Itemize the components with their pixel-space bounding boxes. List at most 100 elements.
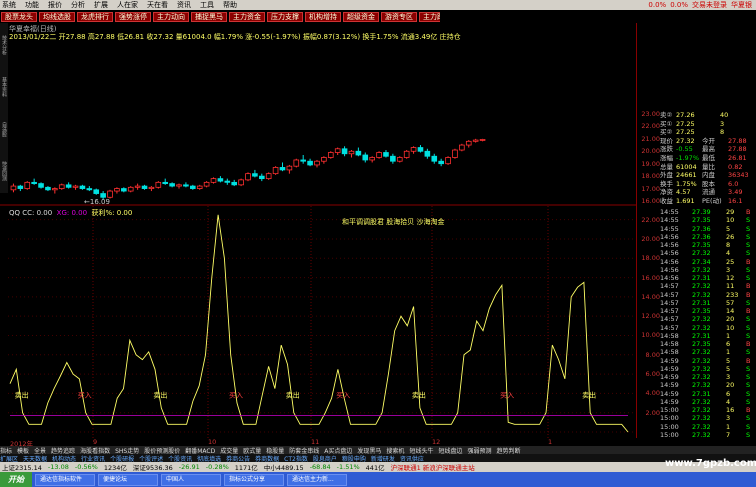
- menu-item[interactable]: 资讯: [177, 0, 191, 10]
- menu-right-item[interactable]: 华夏银: [731, 0, 752, 10]
- indicator-tab[interactable]: 海股看指数: [80, 446, 110, 455]
- nav-button[interactable]: 股票龙头: [1, 11, 37, 22]
- extension-tab[interactable]: 彻底填选: [197, 454, 221, 463]
- start-button[interactable]: 开始: [0, 472, 32, 487]
- extension-tab[interactable]: 扩展区: [0, 454, 18, 463]
- tick-price: 27.32: [692, 414, 711, 423]
- extension-tab[interactable]: 机构动态: [52, 454, 76, 463]
- quote-row: 总量 61004 量比 0.82: [660, 163, 756, 172]
- side-tab[interactable]: 快速回测: [0, 151, 8, 191]
- tick-price: 27.32: [692, 323, 711, 332]
- menu-right-item[interactable]: 0.0%: [670, 1, 688, 9]
- extension-tab[interactable]: 股息商户: [313, 454, 337, 463]
- nav-button[interactable]: 强势涨停: [115, 11, 151, 22]
- nav-button[interactable]: 超级资金: [343, 11, 379, 22]
- extension-tab[interactable]: 行业资讯: [81, 454, 105, 463]
- candle-body: [203, 181, 210, 187]
- side-tab[interactable]: 技术分析: [0, 25, 8, 65]
- menu-item[interactable]: 帮助: [223, 0, 237, 10]
- indicator-tab[interactable]: A买点盘边: [324, 446, 352, 455]
- taskbar-item[interactable]: 通达信主力新...: [287, 473, 347, 486]
- taskbar-item[interactable]: 便捷论坛: [98, 473, 158, 486]
- tick-row: 14:56 27.34 25 B: [660, 258, 756, 266]
- extension-tab[interactable]: 个股资讯: [168, 454, 192, 463]
- menu-item[interactable]: 天在看: [147, 0, 168, 10]
- indicator-tab[interactable]: 成交量: [220, 446, 238, 455]
- tick-side: S: [746, 232, 751, 241]
- indicator-tab[interactable]: 强弱预测: [467, 446, 491, 455]
- indicator-tab[interactable]: 欧式量: [243, 446, 261, 455]
- candle-body: [24, 181, 31, 189]
- menu-item[interactable]: 分析: [71, 0, 85, 10]
- indicator-tab[interactable]: 全景: [34, 446, 46, 455]
- indicator-tab[interactable]: 股价预测股价: [144, 446, 180, 455]
- tick-row: 14:59 27.31 6 S: [660, 390, 756, 398]
- signal-label: 买入: [229, 391, 243, 399]
- side-tab[interactable]: 自选股: [0, 109, 8, 149]
- extension-tab[interactable]: 券商数据: [255, 454, 279, 463]
- menu-right-item[interactable]: 0.0%: [648, 1, 666, 9]
- nav-button[interactable]: 机构增持: [305, 11, 341, 22]
- candle: [258, 173, 265, 182]
- candle: [148, 186, 155, 192]
- nav-button[interactable]: 游资专区: [381, 11, 417, 22]
- tick-time: 14:59: [660, 356, 679, 365]
- indicator-tab[interactable]: 趋势判断: [496, 446, 520, 455]
- nav-button[interactable]: 压力支撑: [267, 11, 303, 22]
- nav-button[interactable]: 主力跟庄: [419, 11, 440, 22]
- extension-tab[interactable]: CT2指数: [284, 454, 308, 463]
- extension-tab[interactable]: 新增研发: [371, 454, 395, 463]
- candle-body: [376, 152, 382, 158]
- indicator-tick: 20.00: [641, 234, 660, 243]
- side-tab[interactable]: 基本资料: [0, 67, 8, 107]
- menu-item[interactable]: 工具: [200, 0, 214, 10]
- tick-list[interactable]: 14:55 27.39 29 B 14:55 27.35 10 S 14:55 27.36 5 S 14…: [660, 208, 756, 440]
- extension-tab[interactable]: 个股评述: [139, 454, 163, 463]
- extension-tab[interactable]: 粮股申购: [342, 454, 366, 463]
- nav-button[interactable]: 均线选股: [39, 11, 75, 22]
- taskbar-item[interactable]: 指标公式分享: [224, 473, 284, 486]
- kline-chart[interactable]: [0, 23, 636, 206]
- extension-tab[interactable]: 券商公告: [226, 454, 250, 463]
- indicator-tab[interactable]: 指标: [0, 446, 12, 455]
- nav-button[interactable]: 龙虎排行: [77, 11, 113, 22]
- extension-tab[interactable]: 个股研报: [110, 454, 134, 463]
- taskbar-item[interactable]: 通达信指标软件: [35, 473, 95, 486]
- indicator-tab[interactable]: 翻番MACD: [185, 446, 215, 455]
- extension-tab[interactable]: 资讯供应: [400, 454, 424, 463]
- tick-volume: 57: [726, 298, 735, 307]
- indicator-tab[interactable]: 防套金串线: [289, 446, 319, 455]
- indicator-tab[interactable]: 发现黑马: [357, 446, 381, 455]
- indicator-tab[interactable]: 稳股量: [266, 446, 284, 455]
- menu-item[interactable]: 人在家: [117, 0, 138, 10]
- taskbar-item[interactable]: 中国人: [161, 473, 221, 486]
- menu-item[interactable]: 扩展: [94, 0, 108, 10]
- tick-row: 15:00 27.32 1 S: [660, 423, 756, 431]
- nav-button[interactable]: 主力资金: [229, 11, 265, 22]
- tick-price: 27.32: [692, 265, 711, 274]
- tick-volume: 16: [726, 406, 735, 414]
- indicator-tab[interactable]: SHS走势: [115, 446, 139, 455]
- side-tabs[interactable]: 技术分析基本资料自选股快速回测: [0, 23, 8, 193]
- nav-button[interactable]: 捕捉黑马: [191, 11, 227, 22]
- indicator-tab[interactable]: 模板: [17, 446, 29, 455]
- nav-button[interactable]: 主力动向: [153, 11, 189, 22]
- menu-item[interactable]: 功能: [25, 0, 39, 10]
- indicator-chart[interactable]: 卖出 买入 卖出 买入 卖出 买入 卖出 买入 卖出: [0, 206, 636, 438]
- menu-right-item[interactable]: 交易未登录: [692, 0, 727, 10]
- tick-volume: 6: [726, 389, 731, 398]
- candle-body: [114, 188, 120, 192]
- nav-toolbar: 股票龙头 均线选股 龙虎排行 强势涨停 主力动向 捕捉黑马 主力资金 压力支撑 机构增持 超级资金…: [0, 10, 440, 23]
- extension-tab[interactable]: 天天数据: [23, 454, 47, 463]
- menu-item[interactable]: 报价: [48, 0, 62, 10]
- indicator-tab[interactable]: 趋势追踪: [51, 446, 75, 455]
- candle-body: [307, 160, 313, 166]
- tick-side: S: [746, 331, 751, 340]
- tick-price: 27.32: [692, 430, 711, 439]
- price-tick: 22.00: [641, 122, 660, 131]
- indicator-tab[interactable]: 短线头牛: [409, 446, 433, 455]
- indicator-tab[interactable]: 短线盘边: [438, 446, 462, 455]
- indicator-tab[interactable]: 搜索机: [386, 446, 404, 455]
- candle-body: [369, 157, 375, 161]
- menu-item[interactable]: 系统: [2, 0, 16, 10]
